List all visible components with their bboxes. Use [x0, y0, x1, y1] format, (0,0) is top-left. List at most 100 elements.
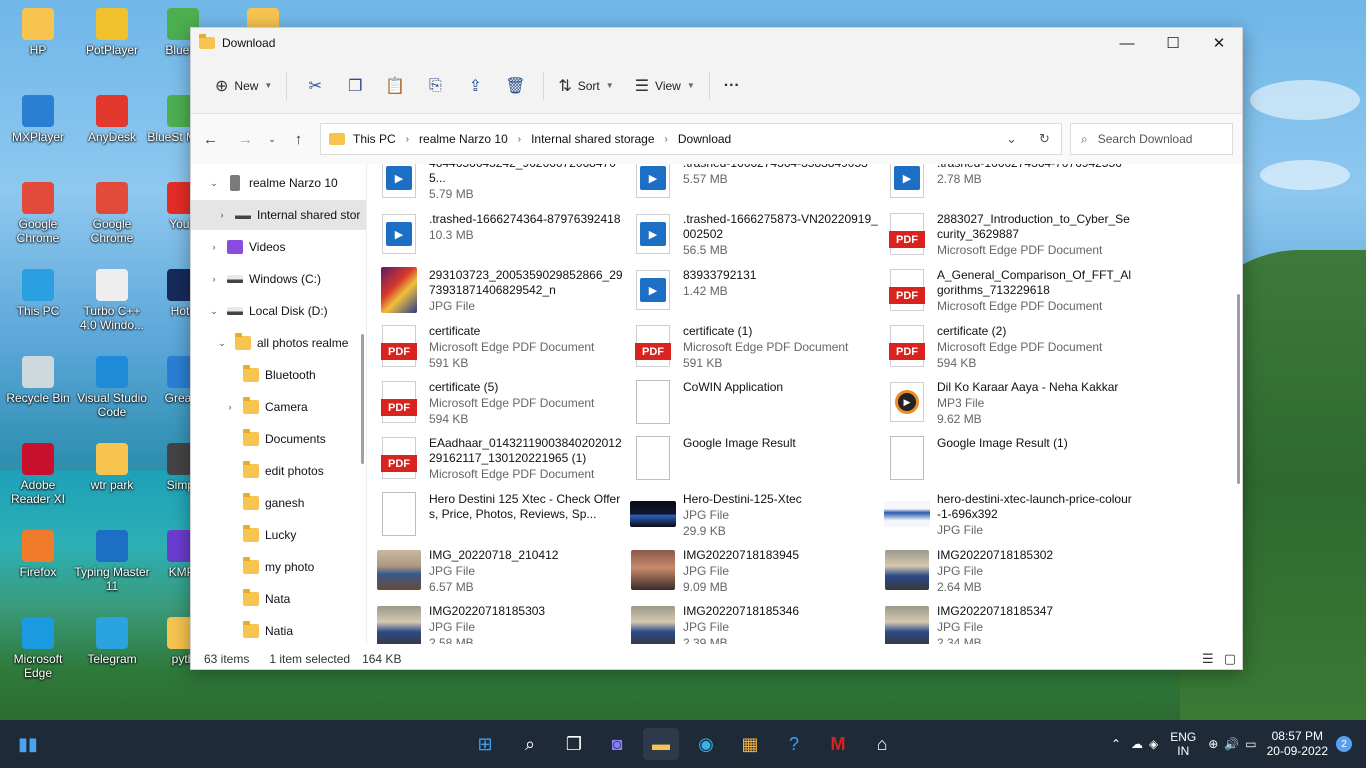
file-item[interactable]: ▶ 4644656645242_962666720684705... 5.79 MB	[375, 164, 625, 206]
edge-icon[interactable]: ◉	[688, 728, 724, 760]
desktop-icon[interactable]: Firefox	[0, 530, 76, 579]
breadcrumb-download[interactable]: Download	[678, 132, 731, 146]
desktop-icon[interactable]: Adobe Reader XI	[0, 443, 76, 506]
chevron-down-icon[interactable]: ⌄	[207, 306, 221, 317]
desktop-icon[interactable]: Microsoft Edge	[0, 617, 76, 680]
paste-icon[interactable]: 📋	[375, 70, 415, 102]
nav-item[interactable]: ganesh	[191, 488, 366, 518]
sort-button[interactable]: ⇅ Sort ▼	[552, 70, 619, 102]
desktop-icon[interactable]: This PC	[0, 269, 76, 318]
volume-icon[interactable]: 🔊	[1224, 737, 1239, 751]
nav-item[interactable]: Lucky	[191, 520, 366, 550]
help-icon[interactable]: ?	[776, 728, 812, 760]
clock[interactable]: 08:57 PM 20-09-2022	[1267, 729, 1328, 759]
desktop-icon[interactable]: Recycle Bin	[0, 356, 76, 405]
chevron-right-icon[interactable]: ›	[207, 242, 221, 252]
file-item[interactable]: ▶ .trashed-1666274364-87976392418 10.3 MB	[375, 210, 625, 262]
nav-item[interactable]: ⌄ all photos realme	[191, 328, 366, 358]
nav-item[interactable]: › Windows (C:)	[191, 264, 366, 294]
store-icon[interactable]: ▦	[732, 728, 768, 760]
forward-button[interactable]: →	[228, 124, 263, 154]
file-item[interactable]: Hero-Destini-125-Xtec JPG File 29.9 KB	[629, 490, 879, 542]
nav-item[interactable]: › Camera	[191, 392, 366, 422]
file-item[interactable]: PDF A_General_Comparison_Of_FFT_Algorithm…	[883, 266, 1133, 318]
file-item[interactable]: CoWIN Application	[629, 378, 879, 430]
desktop-icon[interactable]: Visual Studio Code	[74, 356, 150, 419]
refresh-icon[interactable]: ↻	[1028, 131, 1061, 147]
desktop-icon[interactable]: Typing Master 11	[74, 530, 150, 593]
file-list-scrollbar[interactable]	[1237, 294, 1240, 484]
back-button[interactable]: ←	[193, 124, 228, 154]
address-history-icon[interactable]: ⌄	[995, 131, 1028, 147]
file-item[interactable]: IMG20220718185346 JPG File 2.39 MB	[629, 602, 879, 644]
copy-icon[interactable]: ❐	[335, 70, 375, 102]
chevron-right-icon[interactable]: ›	[223, 402, 237, 412]
desktop-icon[interactable]: Turbo C++ 4.0 Windo...	[74, 269, 150, 332]
file-item[interactable]: PDF certificate (5) Microsoft Edge PDF Doc…	[375, 378, 625, 430]
nav-item[interactable]: edit photos	[191, 456, 366, 486]
file-item[interactable]: ▶.trashed-1666274364-35838490535.57 MB	[629, 164, 879, 206]
search-icon[interactable]: ⌕	[512, 728, 548, 760]
desktop-icon[interactable]: MXPlayer	[0, 95, 76, 144]
file-item[interactable]: ▶ 83933792131 1.42 MB	[629, 266, 879, 318]
desktop-icon[interactable]: Telegram	[74, 617, 150, 666]
file-item[interactable]: ▶ Dil Ko Karaar Aaya - Neha Kakkar MP3 Fil…	[883, 378, 1133, 430]
app-icon[interactable]: ⌂	[864, 728, 900, 760]
new-button[interactable]: ⊕ New ▼	[209, 70, 278, 102]
up-button[interactable]: ↑	[281, 124, 316, 154]
show-desktop-icon[interactable]: ▮▮	[10, 728, 46, 760]
onedrive-icon[interactable]: ☁	[1131, 737, 1143, 751]
file-item[interactable]: IMG_20220718_210412 JPG File 6.57 MB	[375, 546, 625, 598]
title-bar[interactable]: Download — ☐ ✕	[191, 28, 1242, 58]
nav-item[interactable]: › Internal shared stor	[191, 200, 366, 230]
nav-item[interactable]: Documents	[191, 424, 366, 454]
close-button[interactable]: ✕	[1196, 28, 1242, 58]
nav-item[interactable]: my photo	[191, 552, 366, 582]
desktop-icon[interactable]: PotPlayer	[74, 8, 150, 57]
address-bar[interactable]: This PC › realme Narzo 10 › Internal sha…	[320, 123, 1062, 155]
chevron-right-icon[interactable]: ›	[518, 134, 521, 145]
file-item[interactable]: PDF EAadhaar_0143211900384020201229162117…	[375, 434, 625, 486]
chevron-down-icon[interactable]: ⌄	[207, 178, 221, 189]
nav-item[interactable]: Natia	[191, 616, 366, 644]
file-item[interactable]: IMG20220718185303 JPG File 2.58 MB	[375, 602, 625, 644]
file-item[interactable]: Hero Destini 125 Xtec - Check Offers, Pr…	[375, 490, 625, 542]
file-item[interactable]: hero-destini-xtec-launch-price-colour-1-…	[883, 490, 1133, 542]
file-item[interactable]: IMG20220718185347 JPG File 2.34 MB	[883, 602, 1133, 644]
mcafee-icon[interactable]: M	[820, 728, 856, 760]
delete-icon[interactable]: 🗑	[495, 70, 535, 102]
security-icon[interactable]: ◈	[1149, 737, 1158, 751]
notification-badge[interactable]: 2	[1336, 736, 1352, 752]
tiles-view-icon[interactable]: ▢	[1224, 651, 1236, 667]
file-item[interactable]: PDF 2883027_Introduction_to_Cyber_Securit…	[883, 210, 1133, 262]
chevron-right-icon[interactable]: ›	[665, 134, 668, 145]
file-item[interactable]: PDF certificate Microsoft Edge PDF Documen…	[375, 322, 625, 374]
chevron-up-icon[interactable]: ⌃	[1111, 737, 1121, 751]
chevron-right-icon[interactable]: ›	[207, 274, 221, 284]
file-item[interactable]: ▶.trashed-1666274364-70769425562.78 MB	[883, 164, 1133, 206]
nav-item[interactable]: ⌄ realme Narzo 10	[191, 168, 366, 198]
nav-item[interactable]: ⌄ Local Disk (D:)	[191, 296, 366, 326]
nav-item[interactable]: Bluetooth	[191, 360, 366, 390]
file-item[interactable]: PDF certificate (2) Microsoft Edge PDF Doc…	[883, 322, 1133, 374]
file-explorer-icon[interactable]: ▬	[643, 728, 679, 760]
file-item[interactable]: 293103723_2005359029852866_2973931871406…	[375, 266, 625, 318]
file-item[interactable]: IMG20220718183945 JPG File 9.09 MB	[629, 546, 879, 598]
rename-icon[interactable]: ⎘	[415, 70, 455, 102]
share-icon[interactable]: ⇪	[455, 70, 495, 102]
file-item[interactable]: Google Image Result (1)	[883, 434, 1133, 486]
chevron-right-icon[interactable]: ›	[215, 210, 229, 220]
cut-icon[interactable]: ✂	[295, 70, 335, 102]
maximize-button[interactable]: ☐	[1150, 28, 1196, 58]
recent-locations-button[interactable]: ⌄	[263, 124, 281, 154]
file-item[interactable]: ▶ .trashed-1666275873-VN20220919_002502 56…	[629, 210, 879, 262]
desktop-icon[interactable]: HP	[0, 8, 76, 57]
more-options-button[interactable]: ···	[718, 70, 746, 102]
view-button[interactable]: ☰ View ▼	[629, 70, 701, 102]
breadcrumb-this-pc[interactable]: This PC	[353, 132, 396, 146]
desktop-icon[interactable]: wtr park	[74, 443, 150, 492]
desktop-icon[interactable]: AnyDesk	[74, 95, 150, 144]
network-icon[interactable]: ⊕	[1208, 737, 1218, 751]
minimize-button[interactable]: —	[1104, 28, 1150, 58]
nav-item[interactable]: › Videos	[191, 232, 366, 262]
